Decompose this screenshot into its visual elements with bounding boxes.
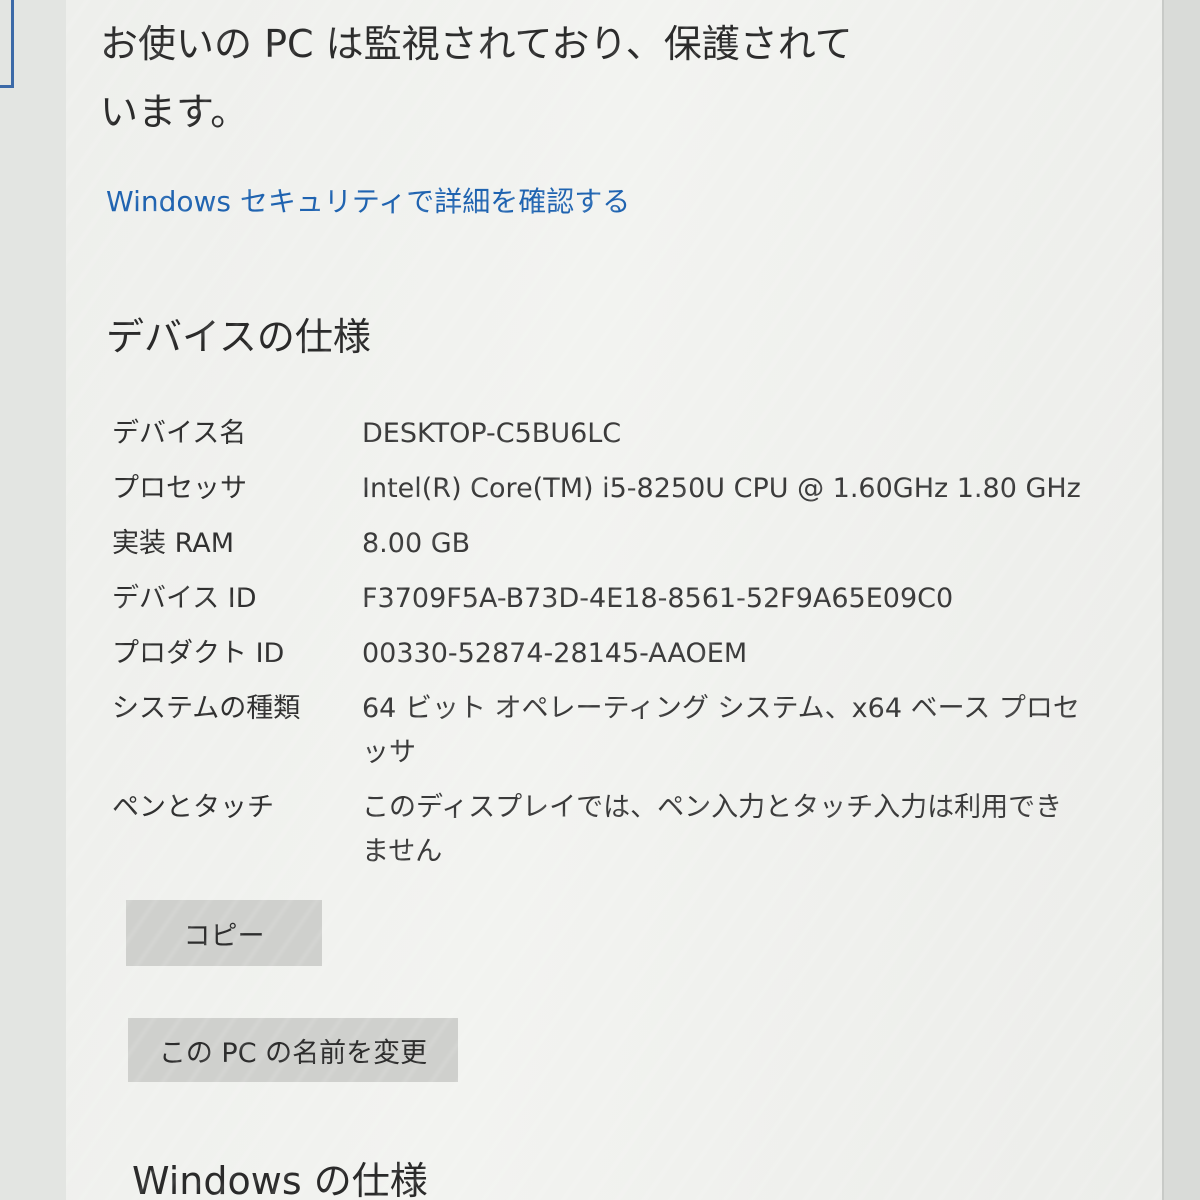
spec-label: デバイス ID	[112, 583, 257, 614]
spec-label: デバイス名	[112, 418, 247, 449]
spec-value: このディスプレイでは、ペン入力とタッチ入力は利用できません	[362, 792, 1063, 867]
spec-label: ペンとタッチ	[112, 792, 274, 823]
spec-value: DESKTOP-C5BU6LC	[362, 418, 622, 449]
spec-value: 00330-52874-28145-AAOEM	[362, 638, 748, 669]
rename-pc-button[interactable]: この PC の名前を変更	[128, 1018, 458, 1082]
spec-row-device-name: デバイス名 DESKTOP-C5BU6LC	[112, 412, 1152, 456]
navigation-pane	[0, 0, 67, 1200]
spec-value: Intel(R) Core(TM) i5-8250U CPU @ 1.60GHz…	[362, 473, 1081, 504]
windows-specs-title: Windows の仕様	[132, 1159, 428, 1200]
spec-value: 64 ビット オペレーティング システム、x64 ベース プロセッサ	[362, 693, 1080, 768]
device-specs-title: デバイスの仕様	[106, 315, 371, 359]
copy-button[interactable]: コピー	[126, 900, 322, 966]
spec-value: 8.00 GB	[362, 528, 471, 559]
spec-value: F3709F5A-B73D-4E18-8561-52F9A65E09C0	[362, 583, 954, 614]
protection-status-text: お使いの PC は監視されており、保護されています。	[100, 22, 853, 134]
spec-row-product-id: プロダクト ID 00330-52874-28145-AAOEM	[112, 632, 1152, 676]
about-page: お使いの PC は監視されており、保護されています。 Windows セキュリテ…	[66, 0, 1162, 1200]
windows-security-link[interactable]: Windows セキュリティで詳細を確認する	[106, 180, 630, 220]
spec-row-ram: 実装 RAM 8.00 GB	[112, 522, 1152, 566]
window-right-edge	[1162, 0, 1200, 1200]
settings-window: お使いの PC は監視されており、保護されています。 Windows セキュリテ…	[0, 0, 1200, 1200]
spec-row-device-id: デバイス ID F3709F5A-B73D-4E18-8561-52F9A65E…	[112, 577, 1152, 621]
spec-row-pen-touch: ペンとタッチ このディスプレイでは、ペン入力とタッチ入力は利用できません	[112, 786, 1152, 874]
spec-label: プロセッサ	[112, 473, 247, 504]
spec-label: プロダクト ID	[112, 638, 285, 669]
spec-row-processor: プロセッサ Intel(R) Core(TM) i5-8250U CPU @ 1…	[112, 467, 1152, 511]
spec-label: 実装 RAM	[112, 528, 235, 559]
device-specs-list: デバイス名 DESKTOP-C5BU6LC プロセッサ Intel(R) Cor…	[112, 412, 1152, 885]
nav-selection-indicator[interactable]	[0, 0, 14, 88]
spec-row-system-type: システムの種類 64 ビット オペレーティング システム、x64 ベース プロセ…	[112, 687, 1152, 775]
spec-label: システムの種類	[112, 693, 301, 724]
